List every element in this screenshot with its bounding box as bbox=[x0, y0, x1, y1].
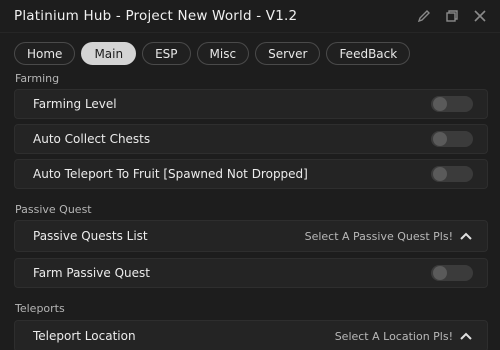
section-label-passive-quest: Passive Quest bbox=[15, 203, 92, 216]
toggle-row-auto-teleport-fruit[interactable]: Auto Teleport To Fruit [Spawned Not Drop… bbox=[14, 159, 488, 189]
dropdown-selector[interactable]: Select A Location Pls! bbox=[335, 329, 473, 343]
tab-home[interactable]: Home bbox=[14, 42, 76, 65]
tab-esp[interactable]: ESP bbox=[142, 42, 191, 65]
row-label: Teleport Location bbox=[33, 329, 136, 343]
row-label: Auto Teleport To Fruit [Spawned Not Drop… bbox=[33, 167, 308, 181]
restore-icon[interactable] bbox=[444, 8, 460, 24]
farming-level-toggle[interactable] bbox=[431, 96, 473, 112]
toggle-knob bbox=[433, 167, 447, 181]
dropdown-passive-quests-list[interactable]: Passive Quests List Select A Passive Que… bbox=[14, 220, 488, 252]
tab-main[interactable]: Main bbox=[81, 42, 137, 65]
chevron-up-icon[interactable] bbox=[459, 229, 473, 243]
toggle-row-farming-level[interactable]: Farming Level bbox=[14, 89, 488, 119]
dropdown-value: Select A Passive Quest Pls! bbox=[304, 229, 453, 243]
tab-misc[interactable]: Misc bbox=[196, 42, 250, 65]
hub-window: Platinium Hub - Project New World - V1.2… bbox=[0, 0, 500, 350]
farm-passive-quest-toggle[interactable] bbox=[431, 265, 473, 281]
row-label: Auto Collect Chests bbox=[33, 132, 151, 146]
row-label: Passive Quests List bbox=[33, 229, 148, 243]
row-label: Farm Passive Quest bbox=[33, 266, 150, 280]
window-title: Platinium Hub - Project New World - V1.2 bbox=[14, 8, 298, 24]
toggle-knob bbox=[433, 266, 447, 280]
auto-teleport-fruit-toggle[interactable] bbox=[431, 166, 473, 182]
toggle-row-farm-passive-quest[interactable]: Farm Passive Quest bbox=[14, 258, 488, 288]
dropdown-teleport-location[interactable]: Teleport Location Select A Location Pls! bbox=[14, 320, 488, 350]
window-controls bbox=[416, 8, 488, 24]
tab-feedback[interactable]: FeedBack bbox=[326, 42, 411, 65]
dropdown-selector[interactable]: Select A Passive Quest Pls! bbox=[305, 229, 473, 243]
tab-server[interactable]: Server bbox=[255, 42, 321, 65]
chevron-up-icon[interactable] bbox=[459, 329, 473, 343]
close-icon[interactable] bbox=[472, 8, 488, 24]
section-label-farming: Farming bbox=[15, 72, 60, 85]
tab-bar: Home Main ESP Misc Server FeedBack bbox=[0, 32, 500, 68]
section-label-teleports: Teleports bbox=[15, 302, 65, 315]
toggle-knob bbox=[433, 132, 447, 146]
toggle-knob bbox=[433, 97, 447, 111]
edit-icon[interactable] bbox=[416, 8, 432, 24]
title-bar[interactable]: Platinium Hub - Project New World - V1.2 bbox=[0, 0, 500, 32]
dropdown-value: Select A Location Pls! bbox=[334, 329, 453, 343]
row-label: Farming Level bbox=[33, 97, 117, 111]
auto-collect-chests-toggle[interactable] bbox=[431, 131, 473, 147]
toggle-row-auto-collect-chests[interactable]: Auto Collect Chests bbox=[14, 124, 488, 154]
